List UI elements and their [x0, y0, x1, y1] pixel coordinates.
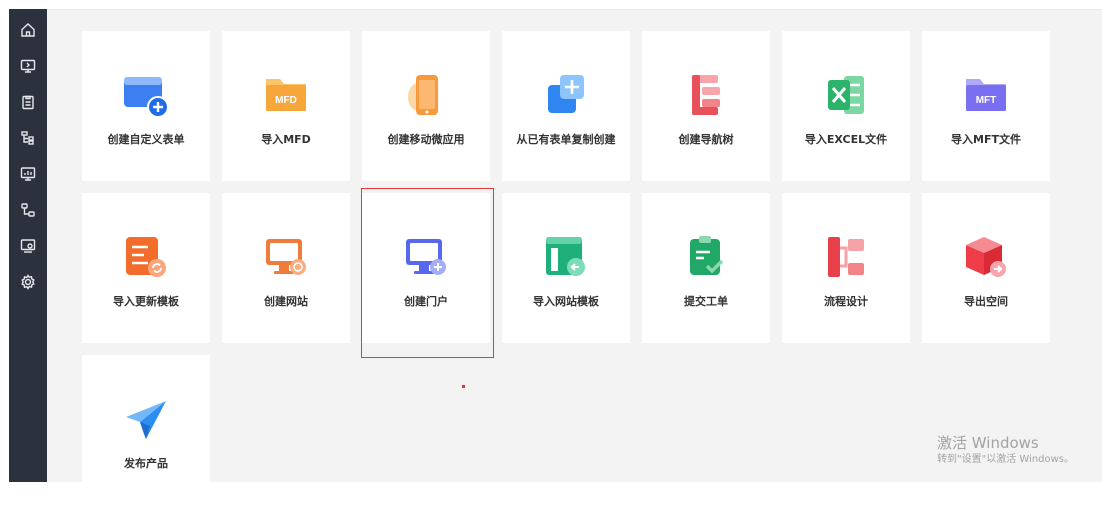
- home-icon[interactable]: [19, 21, 37, 39]
- card-label: 导出空间: [964, 295, 1008, 308]
- paper-plane-icon: [122, 395, 170, 443]
- card-import-update-template[interactable]: 导入更新模板: [82, 193, 210, 343]
- ticket-submit-icon: [682, 233, 730, 281]
- clipboard-icon[interactable]: [19, 93, 37, 111]
- card-label: 导入更新模板: [113, 295, 179, 308]
- card-create-website[interactable]: 创建网站: [222, 193, 350, 343]
- form-add-icon: [122, 71, 170, 119]
- mobile-app-icon: [402, 71, 450, 119]
- card-import-website-template[interactable]: 导入网站模板: [502, 193, 630, 343]
- card-label: 从已有表单复制创建: [516, 133, 616, 146]
- svg-text:MFT: MFT: [976, 95, 997, 106]
- card-label: 创建自定义表单: [107, 133, 185, 146]
- card-submit-ticket[interactable]: 提交工单: [642, 193, 770, 343]
- card-create-mobile-app[interactable]: 创建移动微应用: [362, 31, 490, 181]
- card-label: 流程设计: [824, 295, 868, 308]
- tree-structure-icon[interactable]: [19, 129, 37, 147]
- card-import-mfd[interactable]: MFD 导入MFD: [222, 31, 350, 181]
- card-process-design[interactable]: 流程设计: [782, 193, 910, 343]
- website-template-icon: [542, 233, 590, 281]
- card-create-nav-tree[interactable]: 创建导航树: [642, 31, 770, 181]
- update-template-icon: [122, 233, 170, 281]
- card-create-portal[interactable]: 创建门户: [362, 193, 490, 343]
- copy-form-icon: [542, 71, 590, 119]
- card-label: 创建移动微应用: [387, 133, 465, 146]
- mfd-folder-icon: MFD: [262, 71, 310, 119]
- card-copy-existing-form[interactable]: 从已有表单复制创建: [502, 31, 630, 181]
- card-label: 导入EXCEL文件: [804, 133, 888, 146]
- sidebar: [9, 9, 47, 482]
- card-import-excel[interactable]: 导入EXCEL文件: [782, 31, 910, 181]
- card-label: 导入MFD: [261, 133, 311, 146]
- card-publish-product[interactable]: 发布产品: [82, 355, 210, 505]
- navigation-tree-icon: [682, 71, 730, 119]
- process-design-icon: [822, 233, 870, 281]
- card-label: 创建导航树: [678, 133, 734, 146]
- card-import-mft[interactable]: MFT 导入MFT文件: [922, 31, 1050, 181]
- flow-nodes-icon[interactable]: [19, 201, 37, 219]
- gear-icon[interactable]: [19, 273, 37, 291]
- monitor-chart-icon[interactable]: [19, 165, 37, 183]
- windows-activation-watermark: 激活 Windows 转到"设置"以激活 Windows。: [937, 434, 1074, 466]
- svg-text:MFD: MFD: [275, 95, 297, 106]
- monitor-settings-icon[interactable]: [19, 237, 37, 255]
- card-export-space[interactable]: 导出空间: [922, 193, 1050, 343]
- monitor-arrow-icon[interactable]: [19, 57, 37, 75]
- card-label: 发布产品: [124, 457, 168, 470]
- card-create-custom-form[interactable]: 创建自定义表单: [82, 31, 210, 181]
- watermark-title: 激活 Windows: [937, 434, 1039, 452]
- card-label: 创建门户: [404, 295, 448, 308]
- portal-icon: [402, 233, 450, 281]
- card-label: 导入MFT文件: [951, 133, 1021, 146]
- mft-folder-icon: MFT: [962, 71, 1010, 119]
- cursor-marker: [462, 385, 465, 388]
- website-icon: [262, 233, 310, 281]
- card-label: 导入网站模板: [533, 295, 599, 308]
- export-space-icon: [962, 233, 1010, 281]
- card-label: 提交工单: [684, 295, 728, 308]
- watermark-subtitle: 转到"设置"以激活 Windows。: [937, 454, 1075, 465]
- excel-file-icon: [822, 71, 870, 119]
- card-label: 创建网站: [264, 295, 308, 308]
